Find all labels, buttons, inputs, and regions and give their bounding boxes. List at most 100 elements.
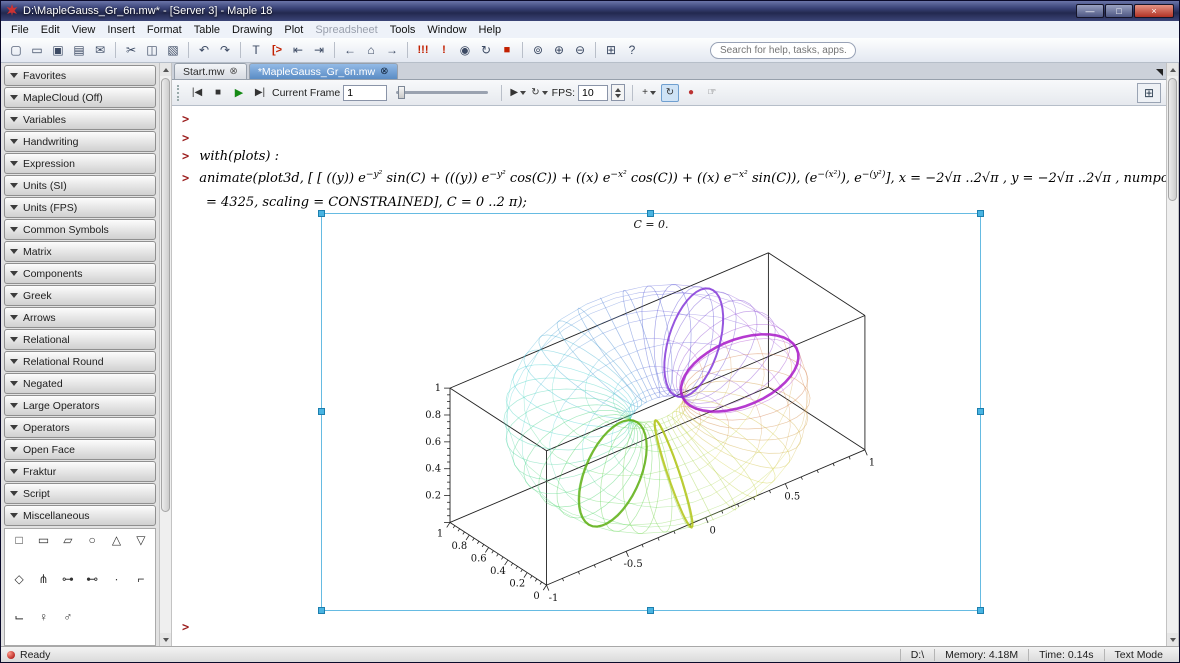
paste-button[interactable]: ▧ [163, 40, 183, 60]
plot3d-torus-figure[interactable]: -1-0.500.5110.80.60.40.200.20.40.60.81C … [322, 214, 980, 610]
fps-input[interactable] [578, 84, 608, 101]
menu-plot[interactable]: Plot [278, 23, 309, 37]
print-button[interactable]: ▤ [69, 40, 89, 60]
debug-button[interactable]: ◉ [455, 40, 475, 60]
home-button[interactable]: ⌂ [361, 40, 381, 60]
execute-button[interactable]: ! [434, 40, 454, 60]
palette-section-open-face[interactable]: Open Face [4, 439, 156, 460]
selection-handle[interactable] [318, 210, 325, 217]
fps-stepper[interactable] [611, 84, 625, 101]
palette-section-relational[interactable]: Relational [4, 329, 156, 350]
cut-button[interactable]: ✂ [121, 40, 141, 60]
current-frame-input[interactable] [343, 84, 388, 101]
menu-help[interactable]: Help [473, 23, 508, 37]
undo-button[interactable]: ↶ [194, 40, 214, 60]
worksheet-scrollbar[interactable] [1166, 63, 1179, 646]
palette-symbol[interactable]: ◇ [7, 572, 31, 603]
forward-button[interactable]: → [382, 40, 402, 60]
palette-section-units-fps[interactable]: Units (FPS) [4, 197, 156, 218]
menu-view[interactable]: View [66, 23, 102, 37]
menu-insert[interactable]: Insert [101, 23, 141, 37]
scroll-down-icon[interactable] [160, 633, 171, 646]
palette-section-script[interactable]: Script [4, 483, 156, 504]
scroll-down-icon[interactable] [1167, 633, 1178, 646]
palette-section-greek[interactable]: Greek [4, 285, 156, 306]
execute-all-button[interactable]: !!! [413, 40, 433, 60]
menu-table[interactable]: Table [188, 23, 226, 37]
palette-symbol[interactable]: ♂ [56, 610, 80, 641]
selection-handle[interactable] [647, 210, 654, 217]
table-grid-button[interactable]: ⊞ [601, 40, 621, 60]
back-button[interactable]: ← [340, 40, 360, 60]
scroll-up-icon[interactable] [1167, 63, 1178, 76]
new-document-button[interactable]: ▢ [6, 40, 26, 60]
rotate-tool-button[interactable]: ↻ [661, 83, 679, 102]
go-to-end-button[interactable]: ▶| [251, 84, 269, 102]
help-search-input[interactable] [710, 41, 856, 59]
with-plots-expression[interactable]: with(plots) : [199, 149, 279, 164]
stop-button[interactable]: ■ [209, 84, 227, 102]
palette-section-favorites[interactable]: Favorites [4, 65, 156, 86]
probe-tool-button[interactable]: + [640, 84, 658, 102]
pan-tool-button[interactable]: ☞ [703, 84, 721, 102]
insert-text-button[interactable]: T [246, 40, 266, 60]
scroll-up-icon[interactable] [160, 63, 171, 76]
outdent-button[interactable]: ⇤ [288, 40, 308, 60]
scrollbar-thumb[interactable] [161, 78, 170, 513]
palette-symbol[interactable]: ⊶ [56, 572, 80, 603]
drawing-grid-button[interactable]: ⊞ [1137, 82, 1161, 103]
palette-symbol[interactable]: ♀ [31, 610, 55, 641]
menu-edit[interactable]: Edit [35, 23, 66, 37]
indent-button[interactable]: ⇥ [309, 40, 329, 60]
tab-start-mw[interactable]: Start.mw ⊗ [174, 63, 247, 79]
palette-symbol[interactable]: ▽ [129, 533, 153, 564]
minimize-button[interactable]: — [1076, 4, 1104, 18]
toolbar-drag-handle[interactable] [177, 84, 181, 101]
selection-handle[interactable] [977, 408, 984, 415]
decrement-icon[interactable] [615, 93, 621, 98]
worksheet[interactable]: > > > with(plots) : > animate(plot3d, [ … [172, 106, 1166, 646]
palette-symbol[interactable]: ⋔ [31, 572, 55, 603]
palette-symbol[interactable]: ⊷ [80, 572, 104, 603]
save-button[interactable]: ▣ [48, 40, 68, 60]
palette-section-variables[interactable]: Variables [4, 109, 156, 130]
menu-drawing[interactable]: Drawing [226, 23, 278, 37]
menu-window[interactable]: Window [421, 23, 472, 37]
palette-scrollbar[interactable] [159, 63, 172, 646]
redo-button[interactable]: ↷ [215, 40, 235, 60]
selection-handle[interactable] [647, 607, 654, 614]
palette-section-components[interactable]: Components [4, 263, 156, 284]
close-button[interactable]: × [1134, 4, 1174, 18]
palette-symbol[interactable]: □ [7, 533, 31, 564]
mail-button[interactable]: ✉ [90, 40, 110, 60]
close-icon[interactable]: ⊗ [229, 66, 237, 77]
selection-handle[interactable] [318, 408, 325, 415]
status-mode[interactable]: Text Mode [1103, 648, 1173, 661]
frame-slider[interactable] [396, 86, 489, 99]
palette-symbol[interactable]: ▱ [56, 533, 80, 564]
copy-button[interactable]: ◫ [142, 40, 162, 60]
loop-mode-button[interactable]: ↻ [530, 84, 548, 102]
play-direction-button[interactable]: ▶ [509, 84, 527, 102]
tab-overflow-icon[interactable] [1156, 69, 1163, 76]
palette-symbol[interactable]: ⌐ [129, 572, 153, 603]
interrupt-button[interactable]: ■ [497, 40, 517, 60]
palette-section-miscellaneous[interactable]: Miscellaneous [4, 505, 156, 526]
selection-handle[interactable] [977, 210, 984, 217]
palette-section-expression[interactable]: Expression [4, 153, 156, 174]
palette-section-maplecloud[interactable]: MapleCloud (Off) [4, 87, 156, 108]
plot-selection-frame[interactable]: -1 -0.5 0 0.5 1 1 0.8 0.6 0.4 0.2 0 0.2 0.4 0.6 0.8 1 C … [318, 210, 984, 614]
palette-section-operators[interactable]: Operators [4, 417, 156, 438]
palette-symbol[interactable]: ⌙ [7, 610, 31, 641]
menu-format[interactable]: Format [141, 23, 188, 37]
palette-section-arrows[interactable]: Arrows [4, 307, 156, 328]
insert-maple-input-button[interactable]: [> [267, 40, 287, 60]
increment-icon[interactable] [615, 87, 621, 92]
frame-slider-thumb[interactable] [398, 86, 406, 99]
palette-symbol[interactable]: ∙ [104, 572, 128, 603]
go-to-start-button[interactable]: |◀ [188, 84, 206, 102]
palette-section-common-symbols[interactable]: Common Symbols [4, 219, 156, 240]
selection-handle[interactable] [318, 607, 325, 614]
selection-handle[interactable] [977, 607, 984, 614]
zoom-in-button[interactable]: ⊕ [549, 40, 569, 60]
